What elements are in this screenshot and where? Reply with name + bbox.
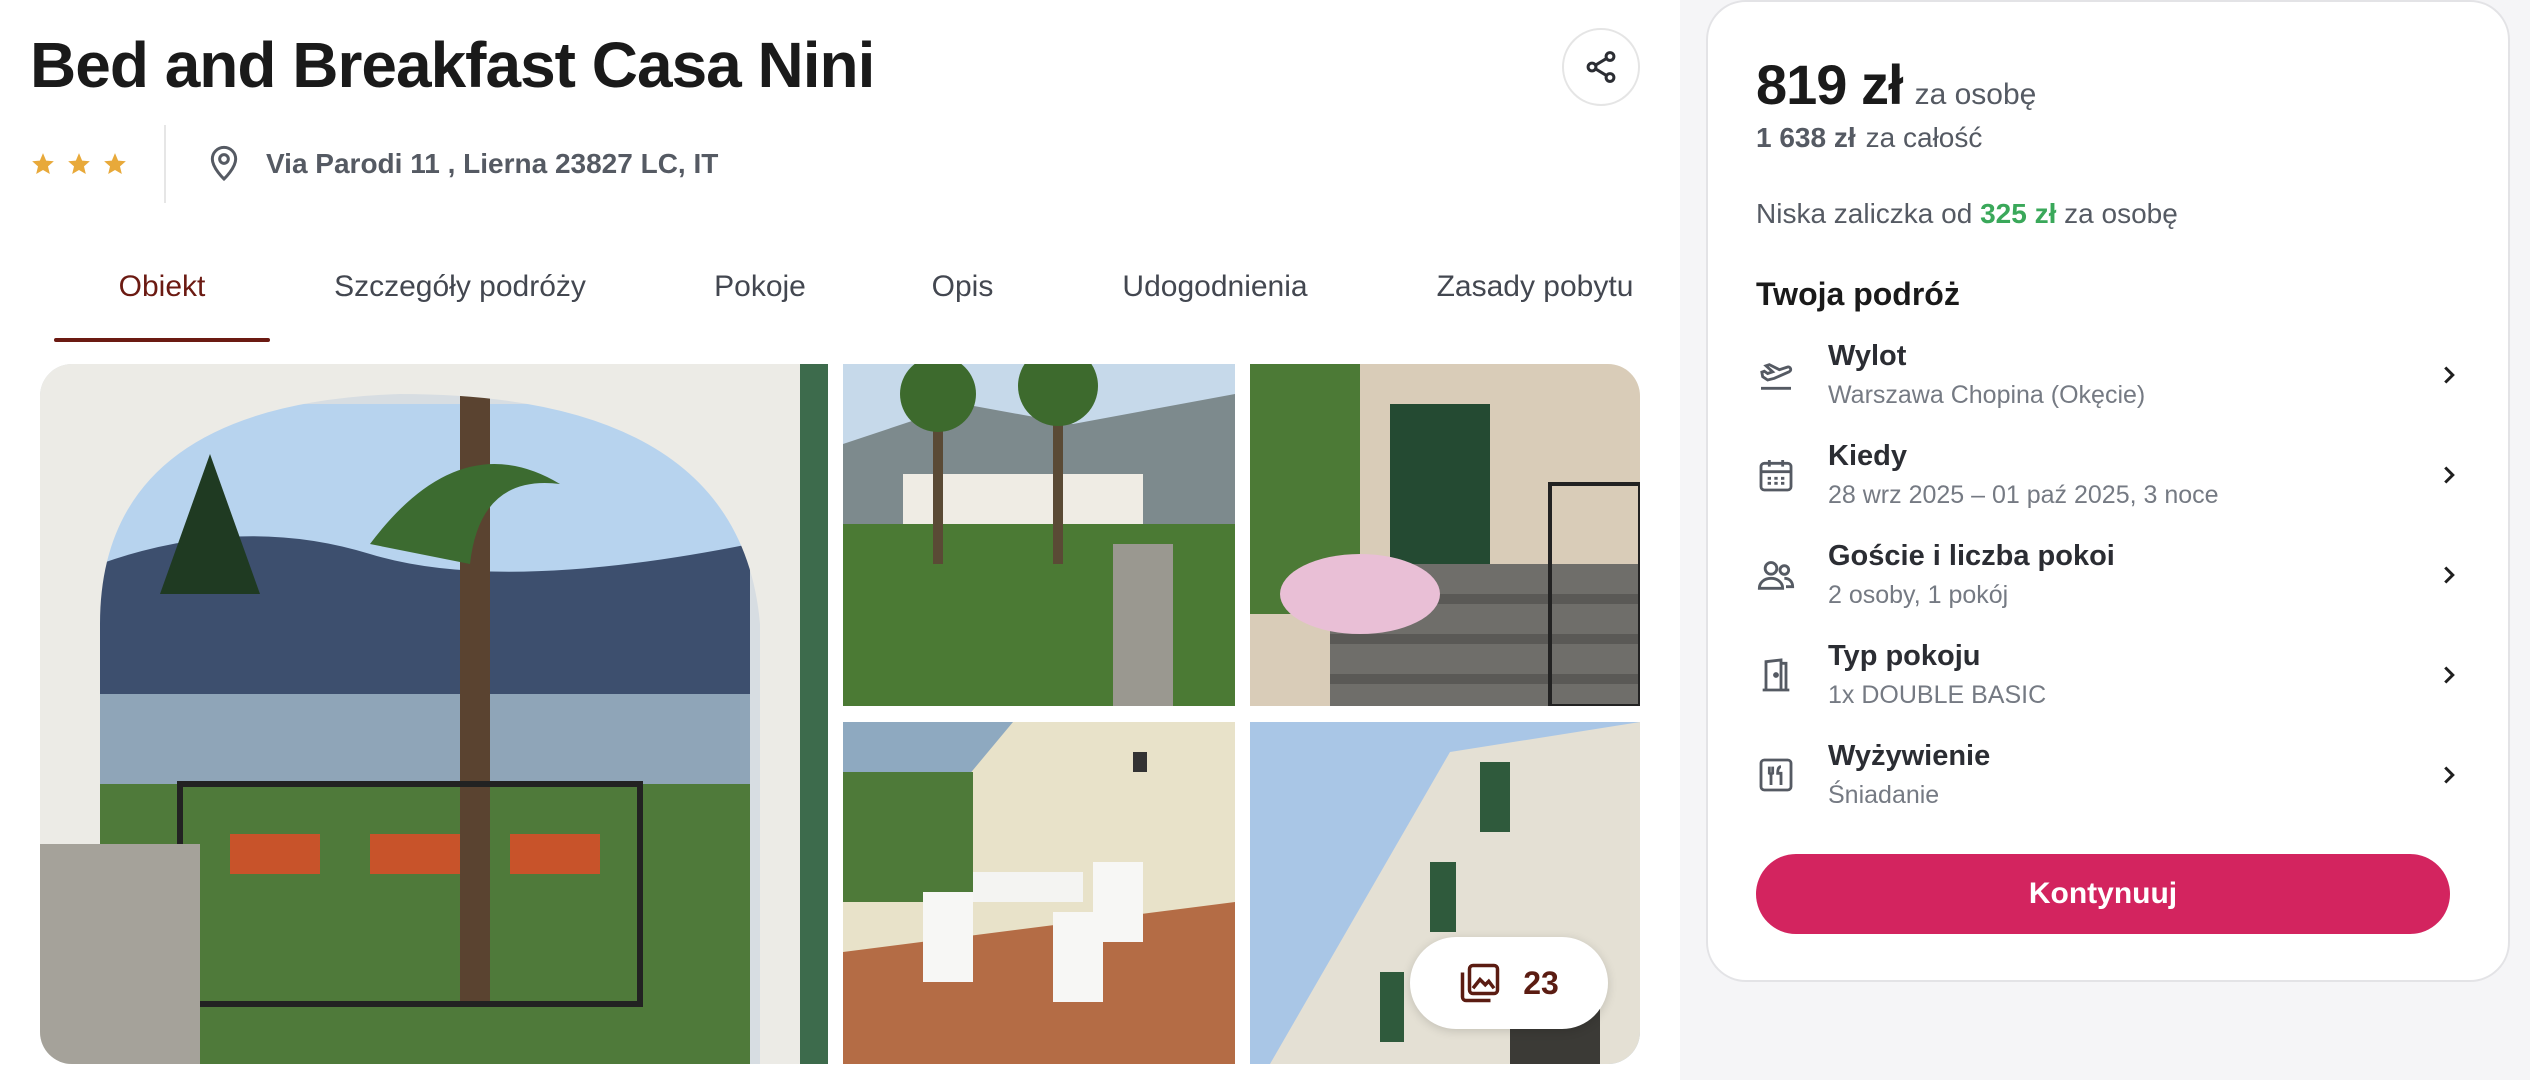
chevron-right-icon xyxy=(2444,466,2455,484)
price-per-person-label: za osobę xyxy=(1914,78,2037,111)
trip-item-label: Wylot xyxy=(1828,340,1907,372)
trip-item-value: Warszawa Chopina (Okęcie) xyxy=(1828,381,2146,409)
price-total-label: za całość xyxy=(1865,122,1983,153)
trip-item-meals[interactable]: Wyżywienie Śniadanie xyxy=(1756,730,2464,820)
calendar-icon xyxy=(1759,460,1793,492)
trip-item-value: 2 osoby, 1 pokój xyxy=(1828,581,2009,609)
trip-item-value: 1x DOUBLE BASIC xyxy=(1828,681,2047,709)
star-icon xyxy=(32,153,54,174)
photo-count: 23 xyxy=(1523,964,1559,1001)
address-text: Via Parodi 11 , Lierna 23827 LC, IT xyxy=(266,148,719,179)
trip-item-label: Wyżywienie xyxy=(1828,740,1991,772)
deposit-info: Niska zaliczka od 325 zł za osobę xyxy=(1756,198,2178,230)
cutlery-icon xyxy=(1759,758,1793,792)
plane-departure-icon xyxy=(1760,363,1793,390)
gallery-icon xyxy=(1460,963,1500,1003)
trip-item-guests[interactable]: Goście i liczba pokoi 2 osoby, 1 pokój xyxy=(1756,530,2464,620)
hotel-meta: Via Parodi 11 , Lierna 23827 LC, IT xyxy=(30,125,718,203)
tab-obiekt[interactable]: Obiekt xyxy=(54,258,270,342)
chevron-right-icon xyxy=(2444,366,2455,384)
photo-entrance[interactable] xyxy=(1250,364,1640,706)
price-total-value: 1 638 zł xyxy=(1756,122,1856,153)
main-photo[interactable] xyxy=(40,364,828,1064)
deposit-suffix: za osobę xyxy=(2064,198,2178,229)
tab-pokoje[interactable]: Pokoje xyxy=(700,258,820,342)
price-per-person-value: 819 zł xyxy=(1756,53,1904,116)
star-icon xyxy=(104,153,126,174)
photo-villa-garden[interactable] xyxy=(843,364,1235,706)
trip-item-label: Goście i liczba pokoi xyxy=(1828,540,2115,572)
photo-balcony[interactable] xyxy=(843,722,1235,1064)
continue-button[interactable]: Kontynuuj xyxy=(1756,854,2450,934)
trip-item-departure[interactable]: Wylot Warszawa Chopina (Okęcie) xyxy=(1756,330,2464,420)
page-title: Bed and Breakfast Casa Nini xyxy=(30,29,875,101)
deposit-prefix: Niska zaliczka od xyxy=(1756,198,1973,229)
tab-bar: Obiekt Szczegóły podróży Pokoje Opis Udo… xyxy=(0,258,1680,342)
address[interactable]: Via Parodi 11 , Lierna 23827 LC, IT xyxy=(204,144,718,184)
chevron-right-icon xyxy=(2444,566,2455,584)
trip-item-value: 28 wrz 2025 – 01 paź 2025, 3 noce xyxy=(1828,481,2219,509)
property-section: Bed and Breakfast Casa Nini Via Parodi 1… xyxy=(0,0,1680,1080)
booking-card: 819 zł za osobę 1 638 zł za całość Niska… xyxy=(1706,0,2510,982)
trip-item-room-type[interactable]: Typ pokoju 1x DOUBLE BASIC xyxy=(1756,630,2464,720)
trip-item-value: Śniadanie xyxy=(1828,781,1940,809)
price-total: 1 638 zł za całość xyxy=(1756,122,1982,154)
trip-item-dates[interactable]: Kiedy 28 wrz 2025 – 01 paź 2025, 3 noce xyxy=(1756,430,2464,520)
location-pin-icon xyxy=(210,145,238,182)
share-icon xyxy=(1586,51,1616,83)
trip-item-label: Kiedy xyxy=(1828,440,1907,472)
trip-title: Twoja podróż xyxy=(1756,276,1960,312)
share-button[interactable] xyxy=(1562,28,1640,106)
show-all-photos-button[interactable]: 23 xyxy=(1410,937,1608,1029)
photo-gallery xyxy=(40,364,1640,1064)
tab-opis[interactable]: Opis xyxy=(910,258,1015,342)
chevron-right-icon xyxy=(2444,666,2455,684)
trip-item-label: Typ pokoju xyxy=(1828,640,1981,672)
chevron-right-icon xyxy=(2444,766,2455,784)
deposit-amount: 325 zł xyxy=(1980,198,2057,229)
guests-icon xyxy=(1757,561,1795,590)
door-icon xyxy=(1762,658,1790,692)
tab-zasady-pobytu[interactable]: Zasady pobytu xyxy=(1425,258,1645,342)
tab-udogodnienia[interactable]: Udogodnienia xyxy=(1110,258,1320,342)
star-icon xyxy=(68,153,90,174)
star-rating xyxy=(30,125,166,203)
price-per-person: 819 zł za osobę xyxy=(1756,52,2036,117)
tab-szczegoly-podrozy[interactable]: Szczegóły podróży xyxy=(320,258,600,342)
